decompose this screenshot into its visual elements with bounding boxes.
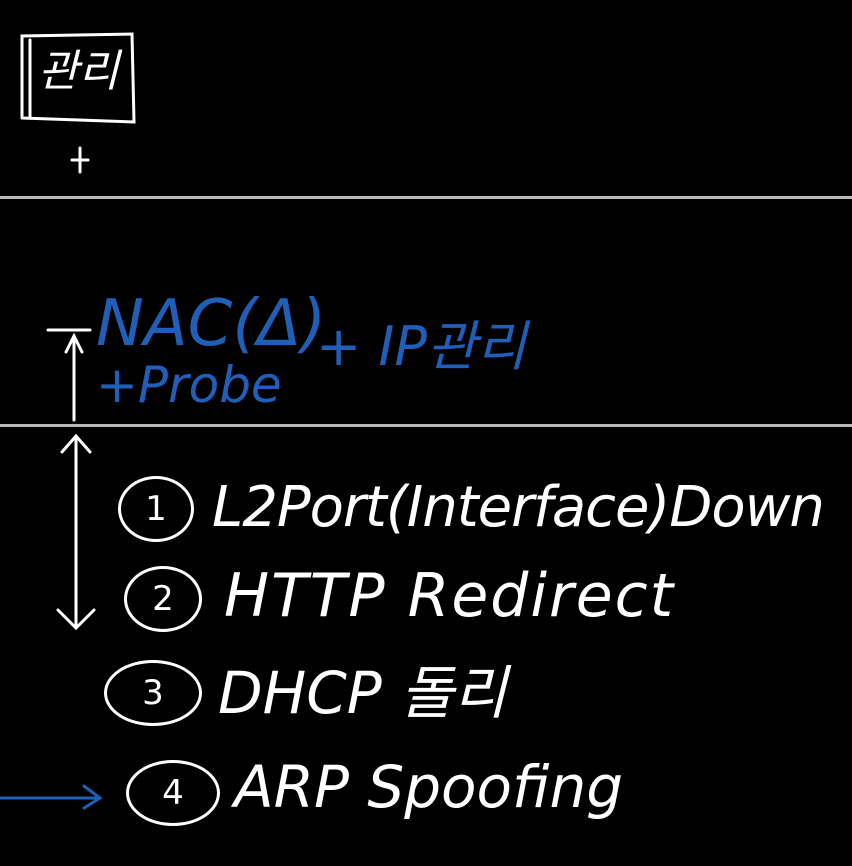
whiteboard-canvas: 관리 NAC(Δ) + IP관리 +Probe 1 L2Port(Interfa… [0,0,852,866]
item-2-text: HTTP Redirect [224,561,676,631]
divider-middle [0,424,852,427]
item-4-number-circle: 4 [126,760,220,826]
item-2-number-circle: 2 [124,566,202,632]
probe-line: +Probe [96,356,282,414]
top-box [0,32,136,810]
divider-top [0,196,852,199]
item-1-number: 1 [145,489,167,529]
item-2-number: 2 [152,579,174,619]
item-3-text: DHCP 돌리 [218,659,507,727]
top-box-label: 관리 [38,46,119,97]
item-3-number: 3 [142,673,164,713]
item-4-number: 4 [162,773,184,813]
item-4-text: ARP Spoofing [234,753,624,821]
item-1-number-circle: 1 [118,476,194,542]
nac-line: NAC(Δ) [96,287,327,361]
item-1-text: L2Port(Interface)Down [212,475,825,540]
item-3-number-circle: 3 [104,660,202,726]
ip-label: + IP관리 [316,315,527,378]
